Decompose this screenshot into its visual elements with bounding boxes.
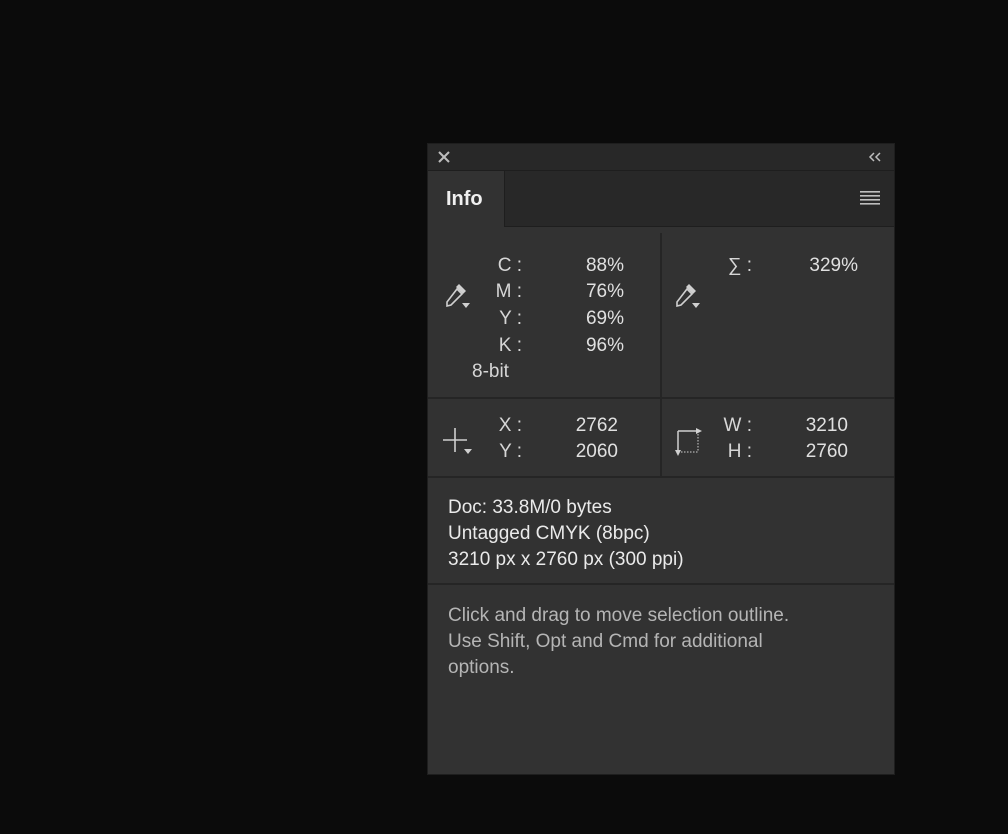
hint-line-1: Click and drag to move selection outline… (448, 605, 790, 626)
eyedropper-icon[interactable] (442, 280, 472, 315)
section-divider (428, 583, 894, 585)
info-panel: Info C : 88% M : 76% Y : 69% K : 96% 8-b… (427, 143, 895, 775)
black-label: K : (498, 335, 522, 356)
double-chevron-left-icon[interactable] (866, 149, 884, 165)
hint-line-2: Use Shift, Opt and Cmd for additional (448, 631, 763, 652)
total-ink-value: 329% (809, 255, 858, 276)
y-value: 2060 (575, 441, 618, 462)
x-value: 2762 (575, 415, 618, 436)
cyan-value: 88% (585, 255, 624, 276)
total-ink-label: ∑ : (727, 255, 752, 276)
yellow-value: 69% (585, 308, 624, 329)
doc-size-line: Doc: 33.8M/0 bytes (448, 497, 612, 518)
section-divider (660, 399, 662, 476)
magenta-value: 76% (585, 281, 624, 302)
y-label: Y : (499, 441, 522, 462)
cyan-label: C : (497, 255, 522, 276)
section-divider (428, 476, 894, 478)
x-label: X : (498, 415, 522, 436)
close-icon[interactable] (436, 149, 452, 165)
tab-info[interactable]: Info (428, 171, 505, 227)
panel-titlebar[interactable] (428, 144, 894, 171)
panel-menu-icon[interactable] (860, 190, 882, 206)
magenta-label: M : (495, 281, 522, 302)
black-value: 96% (585, 335, 624, 356)
doc-dimensions-line: 3210 px x 2760 px (300 ppi) (448, 549, 684, 570)
panel-tabbar: Info (428, 171, 894, 227)
yellow-label: Y : (499, 308, 522, 329)
section-divider (660, 233, 662, 397)
width-value: 3210 (805, 415, 848, 436)
height-label: H : (727, 441, 752, 462)
eyedropper-icon[interactable] (672, 280, 702, 315)
crosshair-icon[interactable] (442, 426, 474, 461)
tab-info-label: Info (446, 188, 483, 210)
bit-depth-label[interactable]: 8-bit (472, 359, 509, 385)
selection-size-icon (672, 426, 704, 463)
hint-line-3: options. (448, 657, 515, 678)
height-value: 2760 (805, 441, 848, 462)
doc-profile-line: Untagged CMYK (8bpc) (448, 523, 650, 544)
width-label: W : (723, 415, 753, 436)
